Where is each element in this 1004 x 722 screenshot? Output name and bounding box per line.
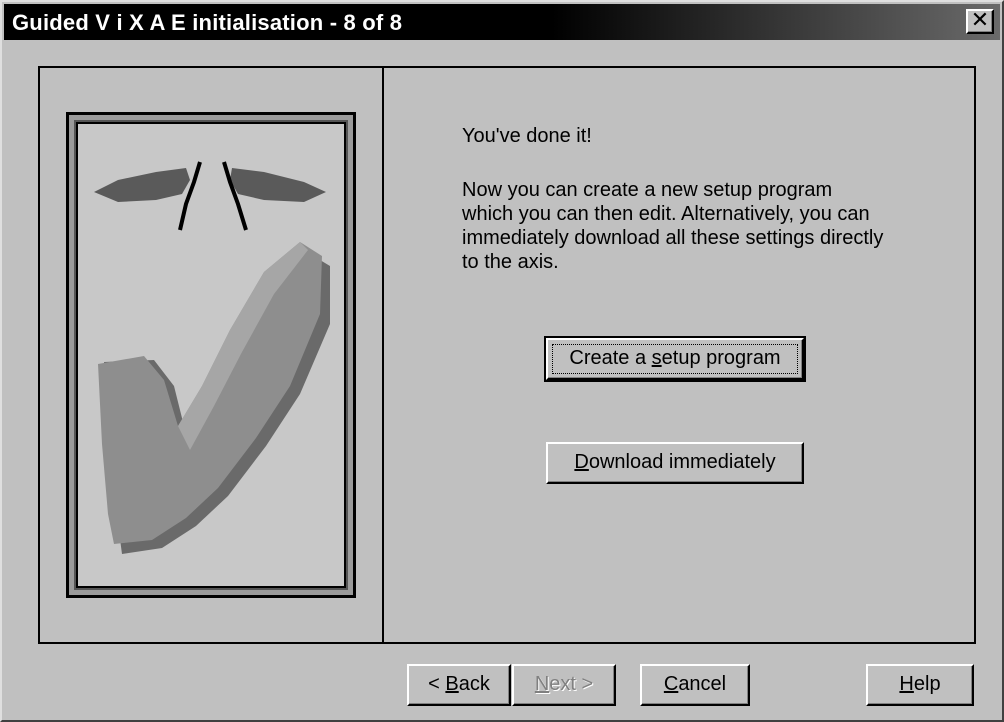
help-button[interactable]: Help [866,664,974,706]
message-line-1: Now you can create a new setup program [462,179,833,201]
create-setup-program-button[interactable]: Create a setup program [544,336,806,382]
close-button[interactable]: ✕ [966,9,994,34]
next-button[interactable]: Next > [512,664,616,706]
window-title: Guided V i X A E initialisation - 8 of 8 [12,10,403,35]
illustration-canvas [76,122,346,588]
cancel-button[interactable]: Cancel [640,664,750,706]
back-button[interactable]: < Back [407,664,511,706]
panel-divider [382,66,384,644]
left-wing-icon [94,168,190,202]
illustration-frame [66,112,356,598]
wizard-dialog: Guided V i X A E initialisation - 8 of 8… [0,0,1004,722]
message-line-3: immediately download all these settings … [462,227,884,249]
right-wing-icon [230,168,326,202]
download-immediately-button[interactable]: Download immediately [546,442,804,484]
close-icon: ✕ [970,8,990,33]
checkmark-icon [94,161,330,554]
title-bar[interactable]: Guided V i X A E initialisation - 8 of 8… [4,4,1000,40]
message-line-2: which you can then edit. Alternatively, … [462,203,870,225]
message-line-4: to the axis. [462,251,559,273]
message-heading: You've done it! [462,125,592,147]
